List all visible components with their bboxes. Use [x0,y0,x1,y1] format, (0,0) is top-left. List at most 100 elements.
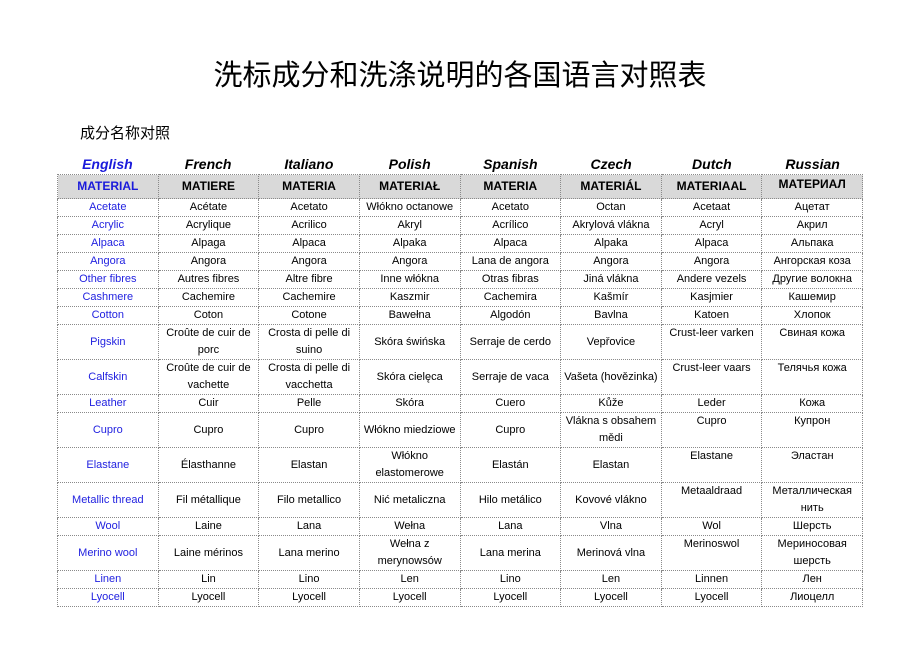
translation-cell: Andere vezels [660,270,763,289]
translation-cell: Lyocell [157,588,260,607]
translation-cell: Acetaat [660,198,763,217]
translation-cell: Autres fibres [157,270,260,289]
translation-cell: Cupro [459,412,562,448]
translation-cell: Lyocell [258,588,360,607]
table-row: Wool Laine Lana Wełna Lana Vlna Wol Шерсть [57,517,863,536]
table-row: Merino wool Laine mérinos Lana merino Wełna… [57,535,863,571]
translation-cell: Lyocell [358,588,461,607]
translation-cell: Akryl [358,216,461,235]
translation-cell: Elastan [258,447,360,483]
translation-cell: Acrilico [258,216,360,235]
translation-cell: Cuero [459,394,562,413]
translation-cell: Lyocell [459,588,562,607]
material-name-cell: Cashmere [57,288,159,307]
material-name-cell: Other fibres [57,270,159,289]
translation-cell: Alpaka [560,234,662,253]
translation-cell: Купрон [761,412,863,448]
translation-cell: Serraje de vaca [459,359,562,395]
translation-cell: Octan [560,198,662,217]
table-row: Other fibres Autres fibres Altre fibre Inne… [57,270,863,289]
translation-cell: Elastan [560,447,662,483]
translation-cell: Свиная кожа [761,324,863,360]
material-name-cell: Lyocell [57,588,159,607]
translation-cell: Angora [560,252,662,271]
translation-cell: Len [560,570,662,589]
translation-cell: Katoen [660,306,763,325]
table-row: Cashmere Cachemire Cachemire Kaszmir Cachemi… [57,288,863,307]
table-row: Metallic thread Fil métallique Filo metall… [57,482,863,518]
translation-cell: Cotone [258,306,360,325]
translation-cell: Hilo metálico [459,482,562,518]
translation-cell: Телячья кожа [761,359,863,395]
translation-cell: Vlna [560,517,662,536]
translation-cell: Cachemira [459,288,562,307]
material-name-cell: Wool [57,517,159,536]
material-name-cell: Cotton [57,306,159,325]
translation-cell: Bawełna [358,306,461,325]
translation-cell: Bavlna [560,306,662,325]
translation-cell: Lana [459,517,562,536]
header-cell: MATERIAL [57,174,159,199]
translation-cell: Vlákna s obsahem mědi [560,412,662,448]
material-translation-table: MATERIAL MATIERE MATERIA MATERIAŁ MATERI… [57,174,863,607]
material-name-cell: Leather [57,394,159,413]
translation-cell: Crosta di pelle di vacchetta [258,359,360,395]
translation-cell: Шерсть [761,517,863,536]
translation-cell: Alpaka [358,234,461,253]
translation-cell: Ангорская коза [761,252,863,271]
translation-cell: Acrylique [157,216,260,235]
translation-cell: Металлическая нить [761,482,863,518]
page-title: 洗标成分和洗涤说明的各国语言对照表 [213,58,707,92]
language-header-row: English French Italiano Polish Spanish C… [57,156,863,172]
translation-cell: Włókno octanowe [358,198,461,217]
material-name-cell: Elastane [57,447,159,483]
translation-cell: Otras fibras [459,270,562,289]
translation-cell: Acétate [157,198,260,217]
header-cell: МАТЕРИАЛ [761,174,863,199]
translation-cell: Crust-leer vaars [660,359,763,395]
translation-cell: Lana [258,517,360,536]
material-name-cell: Angora [57,252,159,271]
translation-cell: Jiná vlákna [560,270,662,289]
translation-cell: Elastane [660,447,763,483]
language-label-czech: Czech [590,156,632,172]
translation-cell: Włókno miedziowe [358,412,461,448]
table-row: Cupro Cupro Cupro Włókno miedziowe Cupro Vlák… [57,412,863,448]
header-cell: MATIERE [157,174,260,199]
material-name-cell: Cupro [57,412,159,448]
translation-cell: Filo metallico [258,482,360,518]
header-cell: MATERIAAL [660,174,763,199]
translation-cell: Leder [660,394,763,413]
translation-cell: Angora [157,252,260,271]
translation-cell: Włókno elastomerowe [358,447,461,483]
table-row: Acrylic Acrylique Acrilico Akryl Acrílico Akr… [57,216,863,235]
translation-cell: Wełna z merynowsów [358,535,461,571]
translation-cell: Alpaca [660,234,763,253]
translation-cell: Alpaca [459,234,562,253]
translation-cell: Coton [157,306,260,325]
language-label-french: French [184,156,232,172]
language-label-russian: Russian [785,156,840,172]
material-name-cell: Acetate [57,198,159,217]
translation-cell: Кашемир [761,288,863,307]
table-row: Linen Lin Lino Len Lino Len Linnen Лен [57,570,863,589]
translation-cell: Lin [157,570,260,589]
translation-cell: Kovové vlákno [560,482,662,518]
material-name-cell: Alpaca [57,234,159,253]
translation-cell: Акрил [761,216,863,235]
translation-cell: Croûte de cuir de vachette [157,359,260,395]
translation-cell: Acetato [459,198,562,217]
header-cell: MATERIA [258,174,360,199]
translation-cell: Другие волокна [761,270,863,289]
header-cell: MATERIAŁ [358,174,461,199]
material-name-cell: Linen [57,570,159,589]
table-row: Cotton Coton Cotone Bawełna Algodón Bavlna Kat… [57,306,863,325]
translation-cell: Acetato [258,198,360,217]
material-name-cell: Metallic thread [57,482,159,518]
material-name-cell: Merino wool [57,535,159,571]
translation-cell: Acryl [660,216,763,235]
translation-cell: Lyocell [660,588,763,607]
table-row: Angora Angora Angora Angora Lana de angora An… [57,252,863,271]
translation-cell: Croûte de cuir de porc [157,324,260,360]
translation-cell: Len [358,570,461,589]
